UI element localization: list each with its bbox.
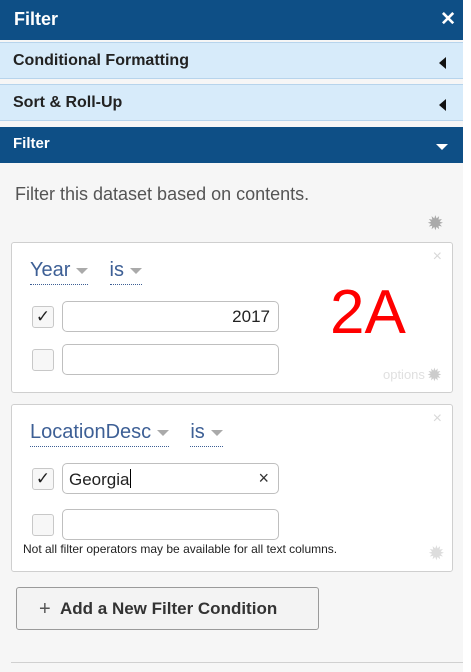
value-input[interactable]: Georgia × [62,463,279,494]
text-caret [130,469,132,488]
options-label: options [382,367,425,382]
chevron-down-icon [130,267,142,274]
column-dropdown[interactable]: LocationDesc [30,421,170,447]
add-button-label: Add a New Filter Condition [60,599,278,618]
operator-name: is [109,259,124,281]
operator-name: is [190,421,205,443]
annotation-label: 2A [330,278,406,347]
section-label: Conditional Formatting [13,52,189,69]
clear-icon[interactable]: × [258,468,269,489]
remove-condition-icon[interactable]: × [433,410,442,428]
condition-header: Year is [30,259,142,285]
gear-icon: ✹ [426,365,442,385]
section-conditional-formatting[interactable]: Conditional Formatting [0,42,463,79]
panel-header: Filter ✕ [0,0,463,40]
value-checkbox[interactable]: ✓ [32,306,54,328]
value-checkbox[interactable] [32,349,54,371]
value-text: Georgia [69,469,132,489]
chevron-down-icon [210,429,223,436]
chevron-down-icon [76,267,89,274]
triangle-down-icon [436,144,448,150]
operator-dropdown[interactable]: is [190,421,223,447]
gear-icon[interactable]: ✹ [427,214,444,234]
value-text: 2017 [232,307,270,326]
triangle-left-icon [439,99,446,111]
filter-condition-card: × LocationDesc is ✓ Georgia × Not all fi… [11,404,453,572]
check-icon: ✓ [35,307,51,326]
gear-icon[interactable]: ✹ [428,544,445,564]
column-dropdown[interactable]: Year [30,259,89,285]
divider [11,662,463,663]
value-input[interactable] [62,344,279,375]
check-icon: ✓ [35,469,51,488]
column-name: Year [30,259,71,281]
section-label: Filter [13,135,50,152]
options-link[interactable]: options ✹ [383,365,442,386]
operator-note: Not all filter operators may be availabl… [23,542,338,556]
column-name: LocationDesc [30,421,152,443]
value-input[interactable]: 2017 [62,301,279,332]
chevron-down-icon [157,429,170,436]
triangle-left-icon [439,57,446,69]
section-label: Sort & Roll-Up [13,94,123,111]
condition-header: LocationDesc is [30,421,223,447]
add-filter-condition-button[interactable]: + Add a New Filter Condition [16,587,319,630]
remove-condition-icon[interactable]: × [433,248,442,266]
operator-dropdown[interactable]: is [109,259,142,285]
section-sort-rollup[interactable]: Sort & Roll-Up [0,84,463,121]
value-checkbox[interactable] [32,514,54,536]
section-filter[interactable]: Filter [0,127,463,163]
panel-title: Filter [14,9,59,29]
value-checkbox[interactable]: ✓ [32,468,54,490]
filter-description: Filter this dataset based on contents. [15,184,310,204]
plus-icon: + [39,598,51,620]
panel-edge [463,0,471,672]
value-input[interactable] [62,509,279,540]
close-icon[interactable]: ✕ [440,8,456,31]
